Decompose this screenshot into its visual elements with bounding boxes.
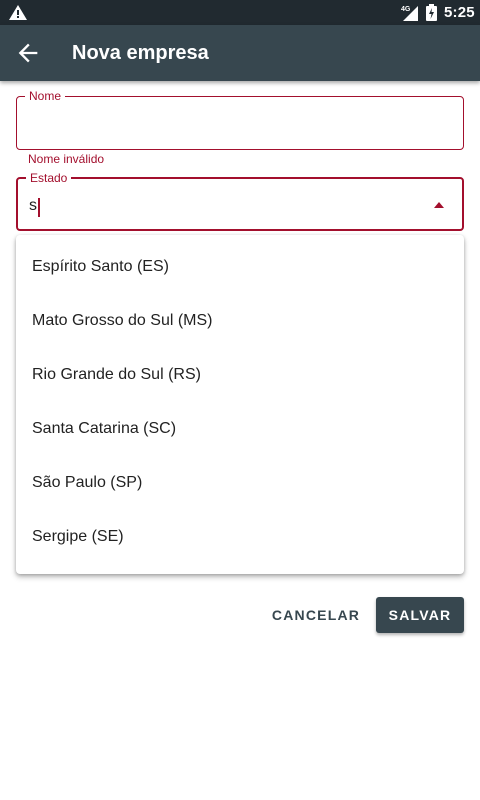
option-label: Mato Grosso do Sul (MS) <box>32 312 213 329</box>
dropdown-option-sc[interactable]: Santa Catarina (SC) <box>16 404 464 458</box>
arrow-back-icon[interactable] <box>14 39 42 67</box>
nome-label: Nome <box>25 88 66 104</box>
app-bar: Nova empresa <box>0 25 480 81</box>
form-actions: CANCELAR SALVAR <box>0 597 480 633</box>
text-cursor <box>38 198 40 217</box>
dropdown-option-se[interactable]: Sergipe (SE) <box>16 512 464 566</box>
option-label: Santa Catarina (SC) <box>32 420 177 437</box>
battery-charging-icon <box>426 4 437 21</box>
dropdown-option-rs[interactable]: Rio Grande do Sul (RS) <box>16 350 464 404</box>
dropdown-option-sp[interactable]: São Paulo (SP) <box>16 458 464 512</box>
page-title: Nova empresa <box>72 42 209 64</box>
svg-text:4G: 4G <box>401 6 411 13</box>
estado-label: Estado <box>26 170 72 186</box>
option-label: Rio Grande do Sul (RS) <box>32 366 201 383</box>
nome-field[interactable]: Nome <box>16 88 464 150</box>
option-label: Espírito Santo (ES) <box>32 258 169 275</box>
warning-icon <box>9 5 27 20</box>
estado-field[interactable]: Estado s <box>16 170 464 231</box>
option-label: São Paulo (SP) <box>32 474 143 491</box>
option-label: Sergipe (SE) <box>32 528 124 545</box>
status-bar: 4G 5:25 <box>0 0 480 25</box>
save-button[interactable]: SALVAR <box>376 597 464 633</box>
signal-4g-icon: 4G <box>401 6 418 21</box>
estado-dropdown-menu: Espírito Santo (ES) Mato Grosso do Sul (… <box>16 235 464 574</box>
arrow-drop-up-icon[interactable] <box>434 202 444 208</box>
nome-error-text: Nome inválido <box>28 152 105 166</box>
status-time: 5:25 <box>444 4 475 21</box>
estado-input-value[interactable]: s <box>29 197 37 215</box>
dropdown-option-ms[interactable]: Mato Grosso do Sul (MS) <box>16 296 464 350</box>
cancel-button[interactable]: CANCELAR <box>268 597 364 633</box>
dropdown-option-es[interactable]: Espírito Santo (ES) <box>16 242 464 296</box>
